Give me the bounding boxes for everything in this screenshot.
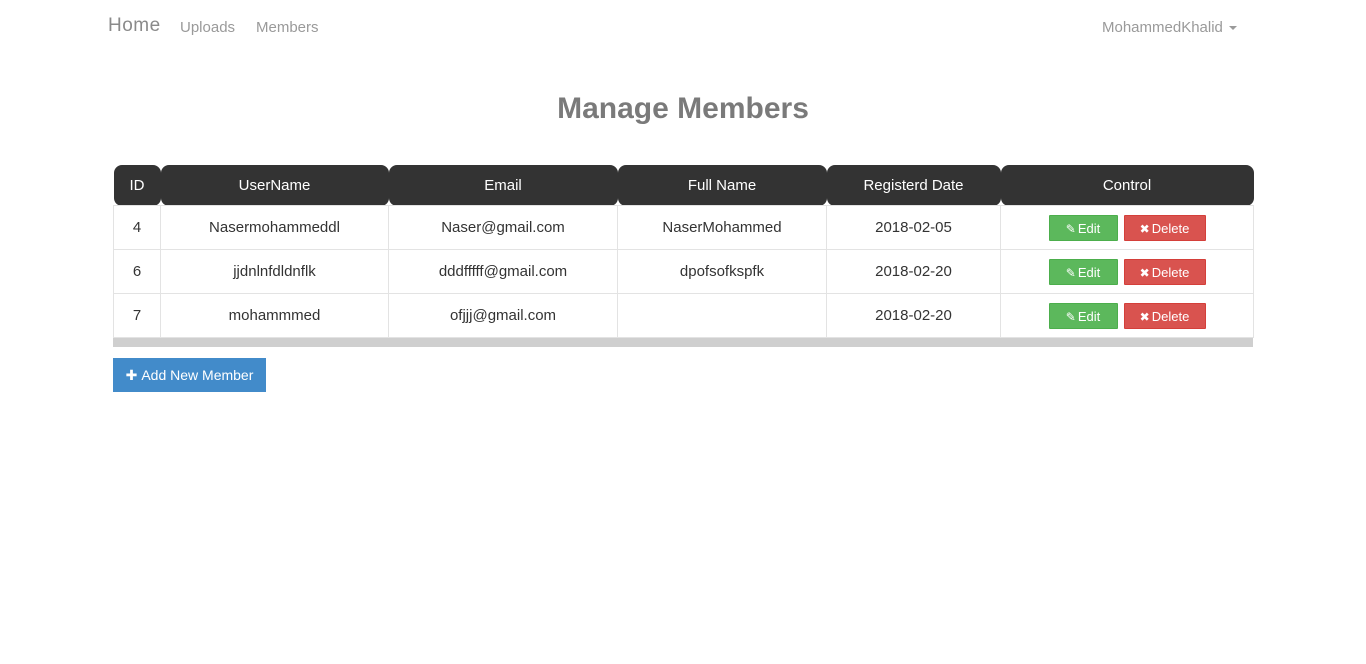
header-id: ID bbox=[113, 165, 161, 206]
edit-button[interactable]: ✎ Edit bbox=[1048, 214, 1118, 241]
edit-icon: ✎ bbox=[1065, 309, 1076, 324]
nav-link-uploads[interactable]: Uploads bbox=[180, 19, 235, 36]
cell-date: 2018-02-20 bbox=[826, 249, 1001, 294]
cell-email: dddfffff@gmail.com bbox=[388, 249, 618, 294]
delete-button[interactable]: ✖ Delete bbox=[1123, 302, 1206, 329]
header-control: Control bbox=[1000, 165, 1254, 206]
horizontal-scrollbar[interactable] bbox=[113, 338, 1253, 347]
add-new-member-button[interactable]: ✚ Add New Member bbox=[113, 358, 266, 392]
cell-date: 2018-02-20 bbox=[826, 293, 1001, 338]
cell-email: Naser@gmail.com bbox=[388, 205, 618, 250]
delete-label: Delete bbox=[1151, 308, 1190, 324]
nav-brand-home[interactable]: Home bbox=[108, 15, 161, 37]
header-username: UserName bbox=[160, 165, 389, 206]
cell-username: jjdnlnfdldnflk bbox=[160, 249, 389, 294]
cell-id: 6 bbox=[113, 249, 161, 294]
cell-username: Nasermohammeddl bbox=[160, 205, 389, 250]
cell-username: mohammmed bbox=[160, 293, 389, 338]
cell-fullname bbox=[617, 293, 827, 338]
cell-control: ✎ Edit ✖ Delete bbox=[1000, 293, 1254, 338]
delete-icon: ✖ bbox=[1139, 221, 1150, 236]
delete-label: Delete bbox=[1151, 264, 1190, 280]
edit-icon: ✎ bbox=[1065, 221, 1076, 236]
add-label: Add New Member bbox=[141, 367, 254, 383]
members-table-container: ID UserName Email Full Name Registerd Da… bbox=[113, 165, 1254, 347]
plus-icon: ✚ bbox=[125, 367, 138, 383]
table-row: 4 Nasermohammeddl Naser@gmail.com NaserM… bbox=[113, 205, 1254, 250]
header-fullname: Full Name bbox=[617, 165, 827, 206]
table-row: 7 mohammmed ofjjj@gmail.com 2018-02-20 ✎… bbox=[113, 293, 1254, 338]
edit-label: Edit bbox=[1077, 308, 1101, 324]
cell-id: 7 bbox=[113, 293, 161, 338]
edit-icon: ✎ bbox=[1065, 265, 1076, 280]
header-date: Registerd Date bbox=[826, 165, 1001, 206]
delete-label: Delete bbox=[1151, 220, 1190, 236]
cell-control: ✎ Edit ✖ Delete bbox=[1000, 205, 1254, 250]
header-email: Email bbox=[388, 165, 618, 206]
edit-button[interactable]: ✎ Edit bbox=[1048, 258, 1118, 285]
delete-icon: ✖ bbox=[1139, 265, 1150, 280]
user-menu-dropdown[interactable]: MohammedKhalid bbox=[1102, 19, 1237, 36]
user-name: MohammedKhalid bbox=[1102, 19, 1223, 36]
cell-fullname: dpofsofkspfk bbox=[617, 249, 827, 294]
page-title: Manage Members bbox=[557, 92, 809, 125]
cell-id: 4 bbox=[113, 205, 161, 250]
table-row: 6 jjdnlnfdldnflk dddfffff@gmail.com dpof… bbox=[113, 249, 1254, 294]
cell-date: 2018-02-05 bbox=[826, 205, 1001, 250]
delete-icon: ✖ bbox=[1139, 309, 1150, 324]
nav-link-members[interactable]: Members bbox=[256, 19, 319, 36]
cell-fullname: NaserMohammed bbox=[617, 205, 827, 250]
members-table: ID UserName Email Full Name Registerd Da… bbox=[113, 165, 1254, 338]
delete-button[interactable]: ✖ Delete bbox=[1123, 214, 1206, 241]
edit-button[interactable]: ✎ Edit bbox=[1048, 302, 1118, 329]
navbar: Home Uploads Members MohammedKhalid bbox=[0, 0, 1366, 55]
edit-label: Edit bbox=[1077, 264, 1101, 280]
delete-button[interactable]: ✖ Delete bbox=[1123, 258, 1206, 285]
caret-down-icon bbox=[1228, 26, 1237, 31]
table-header-row: ID UserName Email Full Name Registerd Da… bbox=[113, 165, 1254, 206]
edit-label: Edit bbox=[1077, 220, 1101, 236]
cell-control: ✎ Edit ✖ Delete bbox=[1000, 249, 1254, 294]
cell-email: ofjjj@gmail.com bbox=[388, 293, 618, 338]
